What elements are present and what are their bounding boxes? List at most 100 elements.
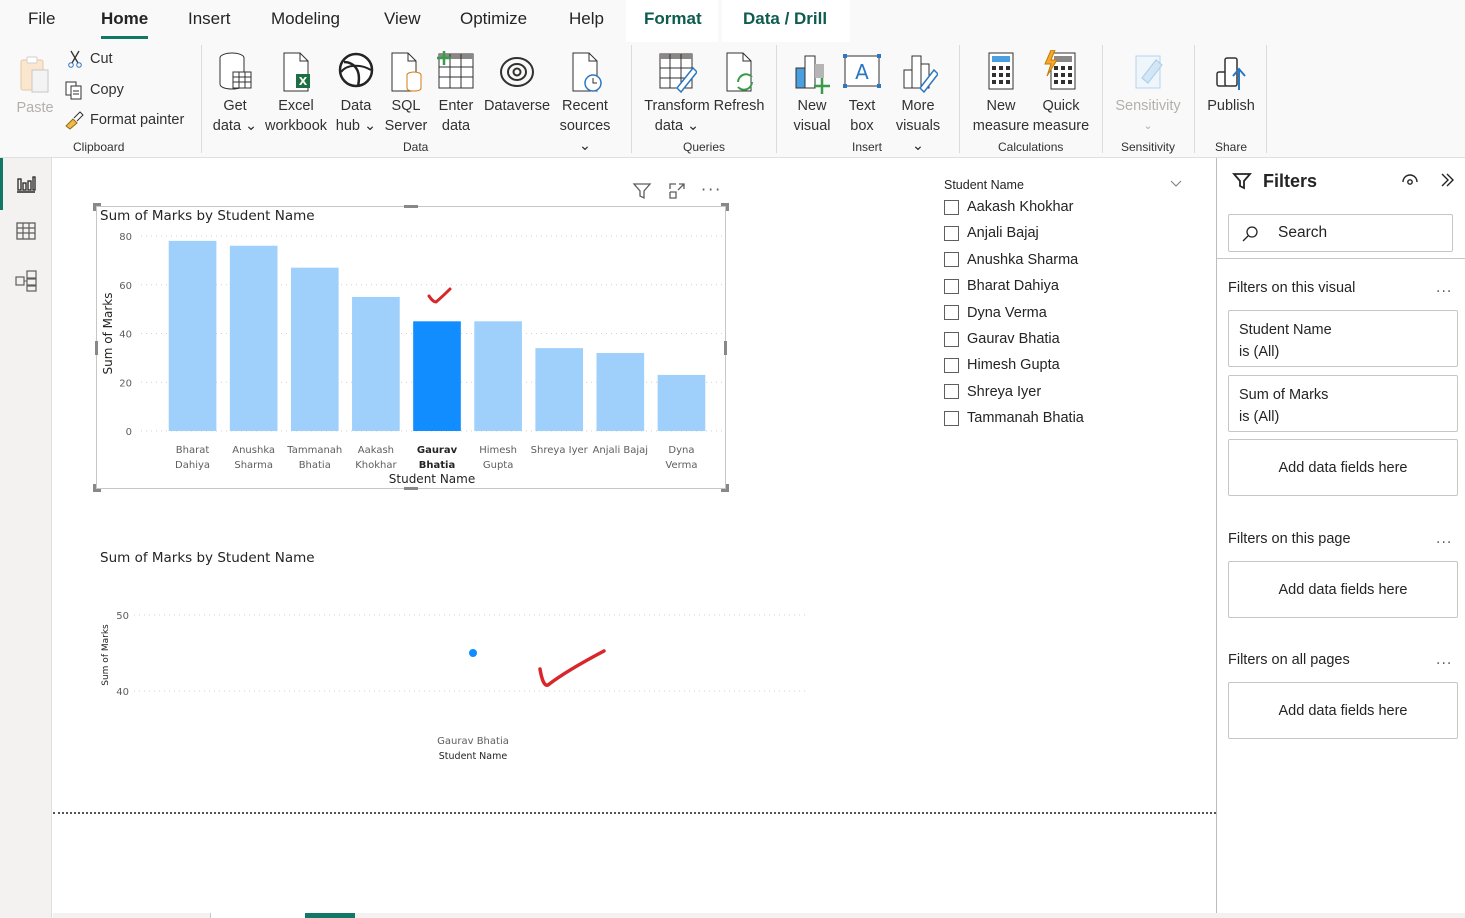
chevron-down-icon: ⌄ — [911, 138, 925, 154]
new-visual-icon — [795, 55, 830, 94]
data-hub-button[interactable]: Data hub ⌄ — [334, 50, 378, 136]
chevron-down-icon[interactable] — [1169, 178, 1183, 190]
tab-insert[interactable]: Insert — [188, 9, 231, 29]
transform-label-2: data — [654, 118, 684, 134]
tab-help[interactable]: Help — [569, 9, 604, 29]
scatter-chart-svg[interactable]: Sum of Marks by Student Name Sum of Mark… — [96, 545, 816, 770]
quick-measure-label-2: measure — [1032, 118, 1090, 134]
publish-button[interactable]: Publish — [1204, 50, 1258, 116]
bar[interactable] — [290, 267, 339, 431]
slicer-item[interactable]: Shreya Iyer — [944, 384, 1041, 400]
tab-view[interactable]: View — [384, 9, 421, 29]
checkbox[interactable] — [944, 384, 959, 400]
slicer-item-label: Himesh Gupta — [967, 357, 1060, 374]
enter-data-button[interactable]: Enter data — [436, 50, 476, 136]
tab-data-drill[interactable]: Data / Drill — [743, 9, 827, 29]
bar[interactable] — [168, 240, 217, 431]
copy-button[interactable]: Copy — [64, 80, 124, 100]
checkbox[interactable] — [944, 199, 959, 215]
slicer-item[interactable]: Dyna Verma — [944, 305, 1047, 321]
slicer-item[interactable]: Himesh Gupta — [944, 357, 1060, 373]
publish-label: Publish — [1207, 98, 1255, 114]
enter-data-icon — [437, 51, 474, 89]
paste-button[interactable]: Paste — [14, 52, 56, 118]
data-hub-icon — [338, 52, 374, 88]
bar[interactable] — [229, 245, 278, 431]
filter-search-input[interactable]: Search — [1228, 214, 1453, 252]
checkbox[interactable] — [944, 410, 959, 426]
table-view-icon[interactable] — [14, 219, 38, 243]
more-options-icon[interactable]: ... — [1436, 531, 1452, 547]
bar[interactable] — [413, 321, 461, 431]
add-visual-filter-dropzone[interactable]: Add data fields here — [1228, 439, 1458, 496]
tab-format[interactable]: Format — [644, 9, 702, 29]
more-options-icon[interactable]: ... — [1436, 280, 1452, 296]
transform-data-button[interactable]: Transform data ⌄ — [642, 50, 712, 136]
checkbox[interactable] — [944, 252, 959, 268]
page-tabs-bar — [53, 913, 1465, 918]
report-view-icon[interactable] — [14, 171, 38, 195]
get-data-button[interactable]: Get data ⌄ — [212, 50, 258, 136]
bar[interactable] — [474, 321, 522, 431]
format-painter-button[interactable]: Format painter — [64, 110, 184, 130]
quick-measure-button[interactable]: Quick measure — [1030, 50, 1092, 136]
filters-on-visual-label: Filters on this visual — [1228, 280, 1356, 296]
eye-icon[interactable] — [1401, 173, 1419, 187]
focus-mode-icon[interactable] — [667, 181, 687, 201]
filter-icon[interactable] — [632, 181, 652, 201]
bar[interactable] — [352, 296, 400, 431]
data-point[interactable] — [469, 649, 477, 657]
slicer-item[interactable]: Tammanah Bhatia — [944, 410, 1084, 426]
resize-handle[interactable] — [726, 484, 729, 492]
text-box-button[interactable]: A Text box — [840, 50, 884, 136]
tab-home[interactable]: Home — [101, 9, 149, 39]
slicer-item[interactable]: Gaurav Bhatia — [944, 331, 1060, 347]
bar[interactable] — [657, 374, 706, 431]
checkbox[interactable] — [944, 278, 959, 294]
filter-card-sum-of-marks[interactable]: Sum of Marks is (All) — [1228, 375, 1458, 432]
checkbox[interactable] — [944, 225, 959, 241]
collapse-pane-icon[interactable] — [1439, 172, 1455, 188]
ribbon-tab-bar: File Home Insert Modeling View Optimize … — [0, 0, 1465, 42]
checkbox[interactable] — [944, 331, 959, 347]
new-measure-button[interactable]: New measure — [972, 50, 1030, 136]
page-tab-active[interactable] — [305, 913, 355, 918]
tab-modeling[interactable]: Modeling — [271, 9, 340, 29]
excel-workbook-button[interactable]: X Excel workbook — [262, 50, 330, 136]
more-visuals-button[interactable]: More visuals ⌄ — [888, 50, 948, 156]
more-options-icon[interactable]: ... — [1436, 652, 1452, 668]
slicer-item[interactable]: Anushka Sharma — [944, 252, 1078, 268]
tab-optimize[interactable]: Optimize — [460, 9, 527, 29]
checkbox[interactable] — [944, 357, 959, 373]
more-options-icon[interactable]: ··· — [701, 180, 722, 199]
filter-card-student-name[interactable]: Student Name is (All) — [1228, 310, 1458, 367]
cut-button[interactable]: Cut — [66, 50, 113, 68]
cut-label: Cut — [90, 51, 113, 67]
slicer-item[interactable]: Bharat Dahiya — [944, 278, 1059, 294]
excel-icon: X — [283, 52, 310, 92]
refresh-button[interactable]: Refresh — [712, 50, 766, 116]
x-tick-label: Khokhar — [355, 460, 397, 471]
data-hub-label: Data — [340, 98, 372, 114]
model-view-icon[interactable] — [14, 269, 38, 293]
y-tick-label: 40 — [119, 330, 132, 341]
x-tick-label: Dyna — [668, 445, 694, 456]
sql-server-button[interactable]: SQL Server — [384, 50, 428, 136]
slicer-item[interactable]: Anjali Bajaj — [944, 225, 1039, 241]
paste-icon — [20, 56, 49, 93]
resize-handle[interactable] — [726, 203, 729, 211]
page-tab[interactable] — [210, 913, 305, 918]
bar[interactable] — [596, 353, 645, 431]
new-visual-button[interactable]: New visual — [790, 50, 834, 136]
bar[interactable] — [535, 348, 584, 431]
refresh-icon — [726, 52, 753, 92]
tab-file[interactable]: File — [28, 9, 55, 29]
recent-sources-button[interactable]: Recent sources ⌄ — [552, 50, 618, 156]
sensitivity-button[interactable]: Sensitivity ⌄ — [1112, 50, 1184, 136]
dataverse-button[interactable]: Dataverse — [482, 50, 552, 116]
slicer-item[interactable]: Aakash Khokhar — [944, 199, 1073, 215]
filter-state: is (All) — [1239, 344, 1280, 360]
checkbox[interactable] — [944, 305, 959, 321]
add-all-pages-filter-dropzone[interactable]: Add data fields here — [1228, 682, 1458, 739]
add-page-filter-dropzone[interactable]: Add data fields here — [1228, 561, 1458, 618]
